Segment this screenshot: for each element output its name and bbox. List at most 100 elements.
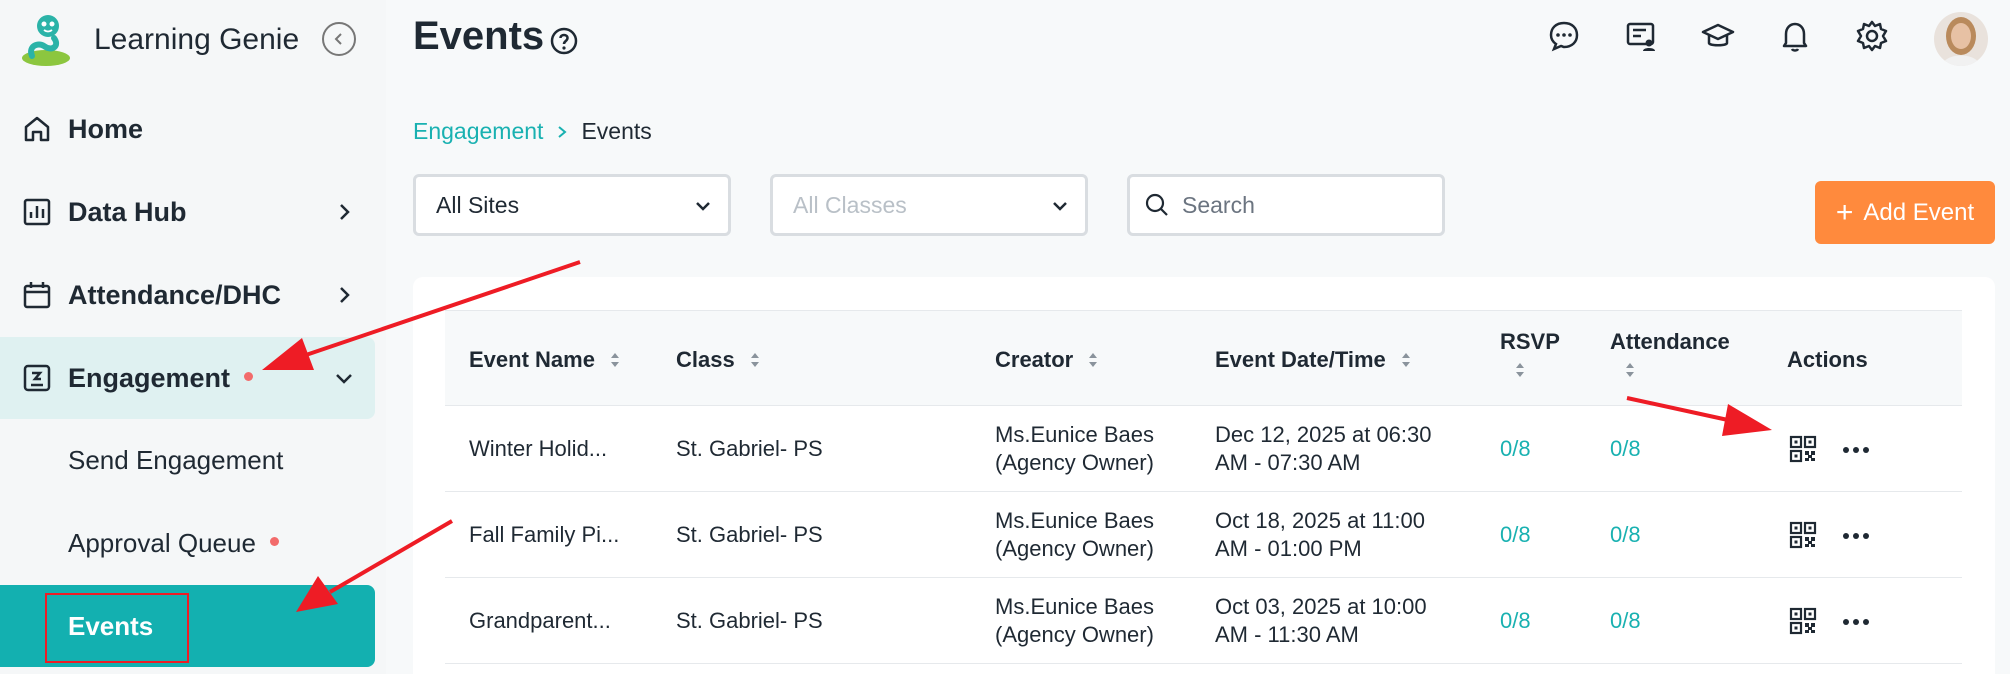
sort-icon <box>1626 363 1634 377</box>
event-class: St. Gabriel- PS <box>676 436 823 461</box>
breadcrumb-engagement-link[interactable]: Engagement <box>413 118 543 145</box>
bar-chart-icon <box>23 198 51 226</box>
sidebar-item-engagement[interactable]: Engagement <box>0 337 375 419</box>
event-creator: Ms.Eunice Baes (Agency Owner) <box>995 508 1154 561</box>
event-creator: Ms.Eunice Baes (Agency Owner) <box>995 594 1154 647</box>
chevron-right-icon <box>340 204 350 220</box>
event-date-time: Oct 03, 2025 at 10:00 AM - 11:30 AM <box>1215 594 1427 647</box>
home-icon <box>24 116 50 142</box>
notification-dot <box>244 371 254 381</box>
sidebar-item-attendance[interactable]: Attendance/DHC <box>0 254 375 336</box>
column-header-rsvp[interactable]: RSVP <box>1500 329 1560 379</box>
sidebar-subitem-approval-queue[interactable]: Approval Queue <box>0 502 375 584</box>
messages-button[interactable] <box>1623 18 1659 54</box>
settings-button[interactable] <box>1854 18 1890 54</box>
learning-button[interactable] <box>1700 18 1736 54</box>
sidebar-item-home[interactable]: Home <box>0 88 375 170</box>
learning-genie-logo-icon <box>22 15 70 66</box>
chat-icon <box>1549 21 1579 52</box>
column-header-class[interactable]: Class <box>676 347 761 373</box>
brand-name: Learning Genie <box>94 23 300 56</box>
sidebar-subitem-label: Send Engagement <box>68 444 284 475</box>
sidebar-item-label: Data Hub <box>68 196 187 227</box>
event-class: St. Gabriel- PS <box>676 608 823 633</box>
sidebar-item-label: Engagement <box>68 363 254 394</box>
sort-icon <box>1089 353 1098 367</box>
table-row[interactable]: Winter Holid... St. Gabriel- PS Ms.Eunic… <box>445 406 1962 492</box>
more-options-icon[interactable] <box>1842 532 1870 540</box>
notification-dot <box>269 536 279 546</box>
top-toolbar <box>1546 18 1931 54</box>
message-user-icon <box>1626 22 1655 51</box>
plus-icon: + <box>1835 195 1854 229</box>
site-select[interactable]: All Sites <box>413 174 731 236</box>
event-date-time: Oct 18, 2025 at 11:00 AM - 01:00 PM <box>1215 508 1425 561</box>
column-header-event-date[interactable]: Event Date/Time <box>1215 347 1412 373</box>
sidebar-item-data-hub[interactable]: Data Hub <box>0 171 375 253</box>
sidebar-subitem-label: Approval Queue <box>68 528 279 559</box>
event-rsvp[interactable]: 0/8 <box>1500 521 1531 549</box>
column-header-actions: Actions <box>1787 347 1868 372</box>
sort-icon <box>750 353 759 367</box>
event-rsvp[interactable]: 0/8 <box>1500 607 1531 635</box>
search-icon <box>1145 193 1168 216</box>
sidebar-item-label: Attendance/DHC <box>68 279 282 310</box>
event-name[interactable]: Fall Family Pi... <box>469 521 619 549</box>
avatar[interactable] <box>1934 12 1988 66</box>
event-name[interactable]: Grandparent... <box>469 607 611 635</box>
page-title: Events <box>413 14 545 58</box>
gear-icon <box>1856 20 1888 52</box>
qr-code-icon[interactable] <box>1789 521 1817 549</box>
sort-icon <box>1516 363 1524 377</box>
qr-code-icon[interactable] <box>1789 435 1817 463</box>
more-options-icon[interactable] <box>1842 618 1870 626</box>
graduation-cap-icon <box>1701 23 1735 47</box>
more-options-icon[interactable] <box>1842 446 1870 454</box>
sidebar: Learning Genie Home Data Hub Attendance/… <box>0 0 386 674</box>
calendar-icon <box>23 282 51 309</box>
sidebar-item-label: Home <box>68 113 144 144</box>
event-date-time: Dec 12, 2025 at 06:30 AM - 07:30 AM <box>1215 422 1432 475</box>
event-attendance[interactable]: 0/8 <box>1610 435 1641 463</box>
table-header: Event Name Class Creator Event Date/Time… <box>445 310 1962 406</box>
column-header-attendance[interactable]: Attendance <box>1610 329 1730 379</box>
annotation-box-events <box>45 593 189 663</box>
user-avatar-icon <box>1934 12 1988 66</box>
search-box[interactable] <box>1127 174 1445 236</box>
search-input[interactable] <box>1182 191 1432 219</box>
event-attendance[interactable]: 0/8 <box>1610 521 1641 549</box>
sidebar-subitem-send-engagement[interactable]: Send Engagement <box>0 419 375 501</box>
chevron-down-icon <box>696 202 710 211</box>
event-rsvp[interactable]: 0/8 <box>1500 435 1531 463</box>
chevron-right-icon <box>558 125 567 138</box>
class-select-value: All Classes <box>793 191 907 218</box>
brand[interactable]: Learning Genie <box>18 12 299 68</box>
table-row[interactable]: Grandparent... St. Gabriel- PS Ms.Eunice… <box>445 578 1962 664</box>
chevron-left-icon <box>334 33 342 45</box>
notifications-button[interactable] <box>1777 18 1813 54</box>
add-event-label: Add Event <box>1863 198 1975 226</box>
event-name[interactable]: Winter Holid... <box>469 435 607 463</box>
table-row[interactable]: Fall Family Pi... St. Gabriel- PS Ms.Eun… <box>445 492 1962 578</box>
collapse-sidebar-button[interactable] <box>322 22 356 56</box>
column-header-event-name[interactable]: Event Name <box>469 347 621 373</box>
engagement-icon <box>23 364 51 392</box>
add-event-button[interactable]: + Add Event <box>1815 181 1995 244</box>
sort-icon <box>1401 353 1410 367</box>
class-select[interactable]: All Classes <box>770 174 1088 236</box>
chevron-down-icon <box>1053 202 1067 211</box>
event-class: St. Gabriel- PS <box>676 522 823 547</box>
bell-icon <box>1782 22 1808 52</box>
column-header-creator[interactable]: Creator <box>995 347 1099 373</box>
event-creator: Ms.Eunice Baes (Agency Owner) <box>995 422 1154 475</box>
site-select-value: All Sites <box>436 191 520 218</box>
chevron-right-icon <box>340 287 350 303</box>
chevron-down-icon <box>336 374 352 384</box>
sort-icon <box>610 353 619 367</box>
event-attendance[interactable]: 0/8 <box>1610 607 1641 635</box>
breadcrumb: Engagement Events <box>413 118 652 145</box>
chat-button[interactable] <box>1546 18 1582 54</box>
help-icon[interactable] <box>550 27 578 55</box>
qr-code-icon[interactable] <box>1789 607 1817 635</box>
breadcrumb-current: Events <box>581 118 652 144</box>
